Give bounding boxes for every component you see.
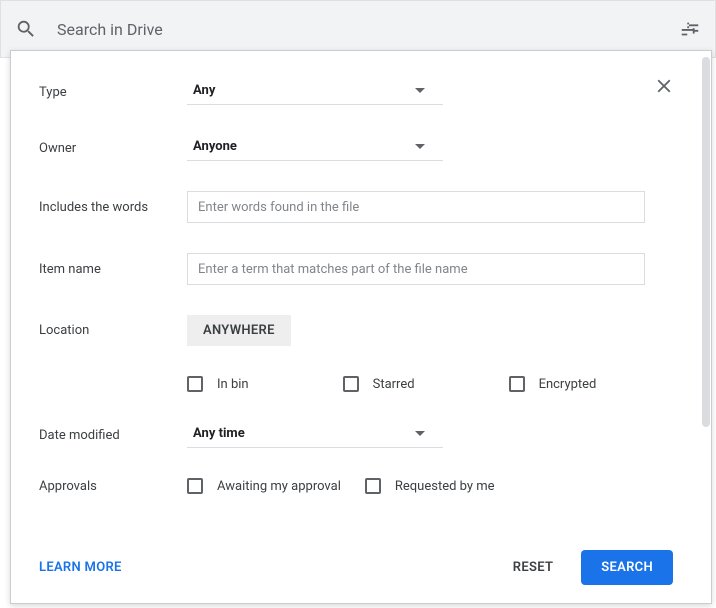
- requested-by-me-label: Requested by me: [395, 479, 495, 494]
- approvals-label: Approvals: [39, 479, 187, 494]
- owner-label: Owner: [39, 141, 187, 156]
- awaiting-approval-checkbox[interactable]: Awaiting my approval: [187, 478, 341, 494]
- starred-label: Starred: [373, 377, 415, 392]
- in-bin-label: In bin: [217, 377, 249, 392]
- checkbox-icon: [509, 376, 525, 392]
- search-input[interactable]: [55, 19, 679, 40]
- item-name-label: Item name: [39, 262, 187, 277]
- date-modified-label: Date modified: [39, 428, 187, 443]
- in-bin-checkbox[interactable]: In bin: [187, 376, 249, 392]
- checkbox-icon: [365, 478, 381, 494]
- search-button[interactable]: SEARCH: [581, 550, 673, 585]
- date-modified-value: Any time: [193, 426, 245, 441]
- checkbox-icon: [187, 376, 203, 392]
- type-value: Any: [193, 83, 215, 98]
- checkbox-icon: [343, 376, 359, 392]
- tune-icon[interactable]: [679, 18, 701, 40]
- starred-checkbox[interactable]: Starred: [343, 376, 415, 392]
- close-icon[interactable]: [653, 75, 675, 97]
- includes-words-input[interactable]: [187, 191, 645, 223]
- date-modified-dropdown[interactable]: Any time: [187, 422, 443, 448]
- location-button[interactable]: ANYWHERE: [187, 315, 291, 346]
- requested-by-me-checkbox[interactable]: Requested by me: [365, 478, 495, 494]
- encrypted-checkbox[interactable]: Encrypted: [509, 376, 597, 392]
- location-label: Location: [39, 323, 187, 338]
- chevron-down-icon: [415, 431, 425, 436]
- awaiting-approval-label: Awaiting my approval: [217, 479, 341, 494]
- scrollbar-thumb[interactable]: [702, 57, 710, 427]
- chevron-down-icon: [415, 88, 425, 93]
- chevron-down-icon: [415, 144, 425, 149]
- type-label: Type: [39, 85, 187, 100]
- owner-value: Anyone: [193, 139, 237, 154]
- type-dropdown[interactable]: Any: [187, 79, 443, 105]
- checkbox-icon: [187, 478, 203, 494]
- search-icon: [15, 18, 37, 40]
- item-name-input[interactable]: [187, 253, 645, 285]
- learn-more-link[interactable]: LEARN MORE: [39, 560, 122, 575]
- includes-label: Includes the words: [39, 200, 187, 215]
- advanced-search-panel: Type Any Owner Anyone In: [10, 50, 712, 604]
- encrypted-label: Encrypted: [539, 377, 597, 392]
- scrollbar[interactable]: [701, 51, 711, 603]
- reset-button[interactable]: RESET: [513, 560, 553, 575]
- owner-dropdown[interactable]: Anyone: [187, 135, 443, 161]
